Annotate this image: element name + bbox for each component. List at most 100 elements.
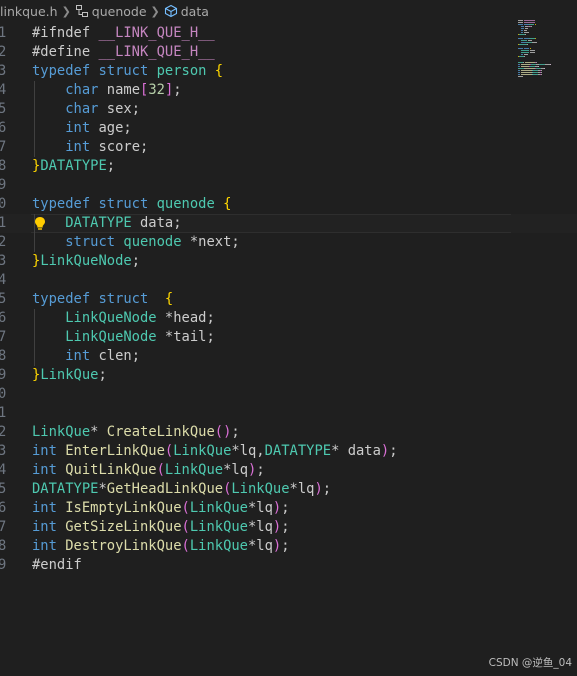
breadcrumb: linkque.h ❯ quenode ❯ data	[0, 0, 577, 22]
code-line[interactable]: 5 char sex;	[0, 100, 577, 119]
line-number: 0	[0, 196, 7, 212]
breadcrumb-field[interactable]: data	[164, 4, 209, 19]
code-token: LinkQue	[40, 367, 99, 383]
code-line[interactable]: 4 char name[32];	[0, 81, 577, 100]
code-line[interactable]: 8 int DestroyLinkQue(LinkQue*lq);	[0, 537, 577, 556]
code-text: int score;	[32, 138, 148, 157]
code-token: #define	[32, 44, 99, 60]
line-number: 4	[0, 272, 7, 288]
code-token: clen;	[98, 348, 141, 364]
code-line[interactable]: 1 DATATYPE data;	[0, 214, 577, 233]
breadcrumb-file[interactable]: linkque.h	[0, 4, 58, 19]
minimap-stroke	[518, 64, 521, 65]
breadcrumb-struct[interactable]: quenode	[75, 4, 147, 19]
code-line[interactable]: 2 LinkQue* CreateLinkQue();	[0, 423, 577, 442]
code-line[interactable]: 2 #define __LINK_QUE_H__	[0, 43, 577, 62]
code-line[interactable]: 9 #endif	[0, 556, 577, 575]
code-token: ;	[281, 519, 290, 535]
chevron-right-icon: ❯	[61, 4, 71, 18]
line-number: 8	[0, 348, 7, 364]
line-number: 3	[0, 443, 7, 459]
code-token: IsEmptyLinkQue	[65, 500, 182, 516]
minimap-stroke	[521, 30, 524, 31]
minimap-stroke	[524, 20, 535, 21]
code-line[interactable]: 0	[0, 385, 577, 404]
code-line[interactable]: 3 typedef struct person {	[0, 62, 577, 81]
minimap-stroke	[518, 22, 524, 23]
code-line[interactable]: 7 LinkQueNode *tail;	[0, 328, 577, 347]
code-token: LinkQue	[231, 481, 290, 497]
code-line[interactable]: 5 typedef struct {	[0, 290, 577, 309]
code-line[interactable]: 6 int IsEmptyLinkQue(LinkQue*lq);	[0, 499, 577, 518]
minimap-stroke	[518, 72, 521, 73]
code-line[interactable]: 3 int EnterLinkQue(LinkQue*lq,DATATYPE* d…	[0, 442, 577, 461]
code-text: #endif	[32, 556, 82, 575]
code-token: )	[272, 500, 282, 516]
line-number: 5	[0, 481, 7, 497]
code-line[interactable]: 9}LinkQue;	[0, 366, 577, 385]
minimap-stroke	[529, 24, 534, 25]
minimap-stroke	[524, 48, 529, 49]
minimap-stroke	[521, 54, 524, 55]
code-token: typedef	[32, 291, 99, 307]
code-token: LinkQue	[189, 500, 248, 516]
line-number: 7	[0, 139, 7, 155]
code-text: char sex;	[32, 100, 140, 119]
code-line[interactable]: 0 typedef struct quenode {	[0, 195, 577, 214]
code-line[interactable]: 3}LinkQueNode;	[0, 252, 577, 271]
code-line[interactable]: 4 int QuitLinkQue(LinkQue*lq);	[0, 461, 577, 480]
code-line[interactable]: 1	[0, 404, 577, 423]
line-number: 2	[0, 424, 7, 440]
line-number: 4	[0, 462, 7, 478]
code-token: ;	[389, 443, 398, 459]
line-number: 8	[0, 538, 7, 554]
code-line[interactable]: 8 }DATATYPE;	[0, 157, 577, 176]
code-line[interactable]: 7 int score;	[0, 138, 577, 157]
minimap-stroke	[550, 64, 551, 65]
minimap[interactable]	[518, 20, 551, 82]
code-token: LinkQueNode	[40, 253, 132, 269]
code-token: struct	[98, 196, 157, 212]
code-line[interactable]: 4	[0, 271, 577, 290]
code-token: LinkQue	[189, 538, 248, 554]
minimap-stroke	[529, 38, 535, 39]
code-line[interactable]: 1 #ifndef __LINK_QUE_H__	[0, 24, 577, 43]
line-number: 8	[0, 158, 7, 174]
minimap-stroke	[521, 28, 524, 29]
code-token: (	[181, 519, 190, 535]
code-token: LinkQueNode	[65, 310, 165, 326]
code-editor[interactable]: 1 #ifndef __LINK_QUE_H__ 2 #define __LINK_Q…	[0, 22, 577, 676]
code-token: *lq	[248, 519, 273, 535]
code-token: LinkQue	[32, 424, 91, 440]
code-token: name	[106, 82, 141, 98]
code-text: char name[32];	[32, 81, 181, 100]
code-line[interactable]: 8 int clen;	[0, 347, 577, 366]
line-number: 2	[0, 44, 7, 60]
line-number: 9	[0, 557, 7, 573]
code-token: int	[32, 443, 66, 459]
code-line[interactable]: 5 DATATYPE*GetHeadLinkQue(LinkQue*lq);	[0, 480, 577, 499]
code-token: EnterLinkQue	[65, 443, 165, 459]
code-line[interactable]: 6 int age;	[0, 119, 577, 138]
code-text: int GetSizeLinkQue(LinkQue*lq);	[32, 518, 290, 537]
code-token: {	[164, 291, 174, 307]
code-token: ;	[322, 481, 332, 497]
code-token: LinkQue	[164, 462, 224, 478]
code-token: age;	[98, 120, 132, 136]
code-line[interactable]: 2 struct quenode *next;	[0, 233, 577, 252]
code-line[interactable]: 9	[0, 176, 577, 195]
lightbulb-icon[interactable]	[33, 214, 47, 233]
code-line[interactable]: 6 LinkQueNode *head;	[0, 309, 577, 328]
code-text: typedef struct person {	[32, 62, 223, 81]
code-text: }DATATYPE;	[32, 157, 115, 176]
minimap-stroke	[521, 72, 532, 73]
code-token: CreateLinkQue	[106, 424, 215, 440]
code-token: *lq	[223, 462, 248, 478]
code-line[interactable]: 7 int GetSizeLinkQue(LinkQue*lq);	[0, 518, 577, 537]
code-token: struct	[98, 291, 165, 307]
code-token: *head;	[164, 310, 215, 326]
minimap-stroke	[536, 62, 537, 63]
minimap-stroke	[544, 68, 545, 69]
code-token: ;	[281, 538, 290, 554]
minimap-stroke	[521, 42, 526, 43]
